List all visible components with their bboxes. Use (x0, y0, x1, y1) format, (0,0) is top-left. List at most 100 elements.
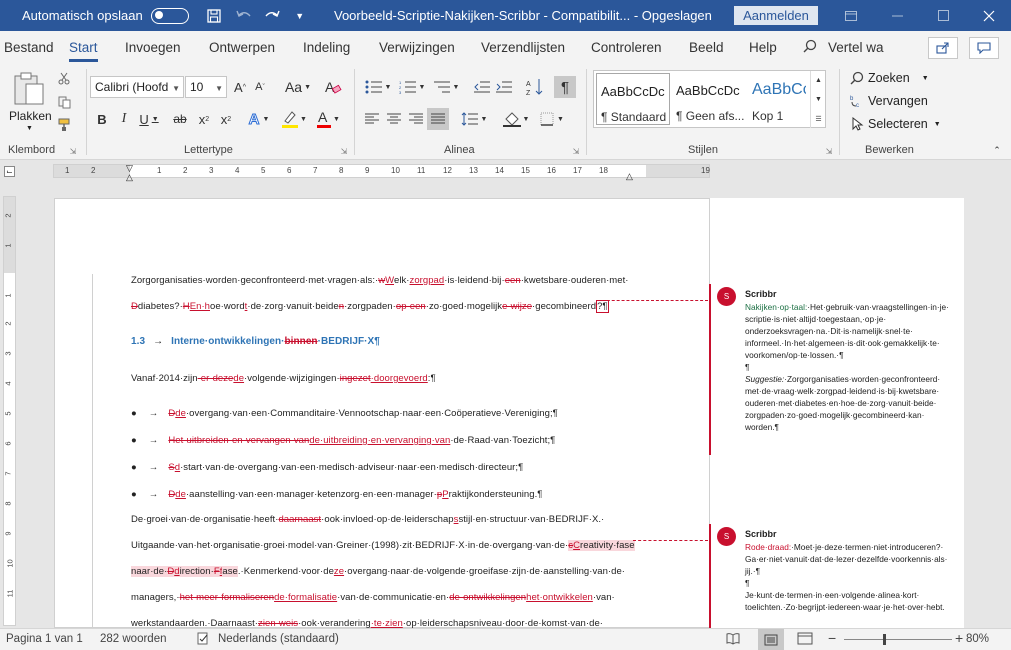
web-layout-icon[interactable] (797, 632, 813, 648)
change-case-button[interactable]: Aa ▼ (283, 77, 313, 97)
font-launcher-icon[interactable]: ⇲ (339, 146, 349, 156)
subscript-button[interactable]: x2 (194, 109, 214, 129)
commented-text[interactable]: ase (222, 566, 238, 577)
text-effects-button[interactable]: A ▼ (244, 108, 274, 130)
search-icon[interactable] (803, 39, 817, 56)
proofing-icon[interactable] (197, 632, 210, 648)
align-center-icon[interactable] (384, 108, 404, 130)
show-formatting-marks-button[interactable]: ¶ (554, 76, 576, 98)
tab-ontwerpen[interactable]: Ontwerpen (209, 40, 275, 55)
bold-button[interactable]: B (94, 109, 110, 129)
tell-me-input[interactable]: Vertel wa (828, 40, 884, 55)
paste-dropdown-icon[interactable]: ▼ (26, 125, 33, 132)
list-item[interactable]: ● → Dde·aanstelling·van·een·manager·ketenz… (131, 489, 542, 500)
tab-invoegen[interactable]: Invoegen (125, 40, 181, 55)
section-heading[interactable]: 1.3 → Interne·ontwikkelingen·binnen·BEDRIJ… (131, 336, 380, 347)
close-icon[interactable] (966, 0, 1011, 31)
paragraph-launcher-icon[interactable]: ⇲ (571, 146, 581, 156)
comment-anchor[interactable]: ?¶ (596, 300, 609, 313)
customize-quick-access-icon[interactable]: ▼ (289, 5, 311, 27)
read-mode-icon[interactable] (726, 632, 740, 648)
font-name-combo[interactable]: Calibri (Hoofd ▼ (90, 76, 184, 98)
select-button[interactable]: Selecteren ▼ (850, 115, 950, 133)
style-geen-afstand[interactable]: AaBbCcDc ¶ Geen afs... (672, 73, 746, 125)
autosave-toggle[interactable]: Automatisch opslaan (22, 7, 189, 24)
italic-button[interactable]: I (116, 109, 132, 129)
zoom-out-button[interactable]: − (828, 630, 836, 646)
tab-verzendlijsten[interactable]: Verzendlijsten (481, 40, 565, 55)
clipboard-launcher-icon[interactable]: ⇲ (68, 146, 78, 156)
font-color-button[interactable]: A ▼ (313, 108, 343, 130)
font-size-combo[interactable]: 10 ▼ (185, 76, 227, 98)
list-item[interactable]: ● → Dde·overgang·van·een·Commanditaire·Ven… (131, 408, 558, 419)
save-icon[interactable] (203, 5, 225, 27)
right-indent-marker[interactable]: △ (626, 171, 633, 182)
clear-formatting-icon[interactable]: A (322, 76, 344, 98)
vertical-ruler-bar[interactable]: 2 1 1 2 3 4 5 6 7 8 9 10 11 (3, 196, 16, 626)
share-icon[interactable] (928, 37, 958, 59)
underline-button[interactable]: U ▼ (137, 109, 161, 129)
strikethrough-button[interactable]: ab (170, 109, 190, 129)
print-layout-icon[interactable] (758, 629, 784, 650)
autosave-switch[interactable] (150, 7, 189, 24)
login-button[interactable]: Aanmelden (734, 6, 818, 25)
tab-bestand[interactable]: Bestand (4, 40, 54, 55)
tab-controleren[interactable]: Controleren (591, 40, 662, 55)
paragraph-line[interactable]: Vanaf·2014·zijn·er·dezede·volgende·wijzi… (131, 373, 436, 384)
comments-icon[interactable] (969, 37, 999, 59)
hanging-indent-marker[interactable]: △ (126, 172, 133, 183)
tab-beeld[interactable]: Beeld (689, 40, 724, 55)
tab-help[interactable]: Help (749, 40, 777, 55)
tab-verwijzingen[interactable]: Verwijzingen (379, 40, 455, 55)
paste-button[interactable]: Plakken ▼ (8, 69, 52, 139)
sort-icon[interactable]: AZ (524, 76, 546, 98)
zoom-in-button[interactable]: + (955, 630, 963, 646)
line-spacing-button[interactable]: ▼ (458, 108, 490, 130)
shrink-font-icon[interactable]: Aˇ (252, 77, 268, 97)
multilevel-list-button[interactable]: ▼ (430, 76, 462, 98)
styles-scroll-up-icon[interactable]: ▲ (810, 71, 826, 90)
zoom-level[interactable]: 80% (966, 633, 989, 645)
grow-font-icon[interactable]: A ^ (232, 77, 248, 97)
format-painter-icon[interactable] (56, 117, 72, 133)
style-kop-1[interactable]: AaBbCc Kop 1 (748, 73, 806, 125)
paragraph-line[interactable]: Zorgorganisaties·worden·geconfronteerd·m… (131, 275, 629, 286)
styles-more-icon[interactable]: ☰ (810, 109, 826, 128)
commented-text[interactable]: reativity·fase (580, 540, 635, 551)
ruler-bar[interactable]: 1 2 1 2 3 4 5 6 7 8 9 10 11 12 13 14 15 16 17 18 19 ▽ △ △ (53, 163, 710, 182)
page-count[interactable]: Pagina 1 van 1 (6, 633, 83, 645)
copy-icon[interactable] (56, 94, 72, 110)
bullets-button[interactable]: ▼ (362, 76, 394, 98)
minimize-icon[interactable] (874, 0, 920, 31)
maximize-icon[interactable] (920, 0, 966, 31)
style-standaard[interactable]: AaBbCcDc ¶ Standaard (596, 73, 670, 125)
tab-start[interactable]: Start (69, 40, 98, 62)
borders-button[interactable]: ▼ (536, 108, 568, 130)
redo-icon[interactable] (261, 5, 283, 27)
highlight-color-button[interactable]: ▼ (279, 108, 309, 130)
decrease-indent-icon[interactable] (472, 76, 492, 98)
numbering-button[interactable]: 1 2 3 ▼ (396, 76, 428, 98)
zoom-slider[interactable] (844, 634, 952, 645)
paragraph-line[interactable]: managers,·het·meer·formaliserende·formal… (131, 592, 615, 603)
list-item[interactable]: ● → Sd·start·van·de·overgang·van·een·medis… (131, 462, 523, 473)
language[interactable]: Nederlands (standaard) (218, 633, 339, 645)
paragraph-line[interactable]: De·groei·van·de·organisatie·heeft·daarna… (131, 514, 604, 525)
collapse-ribbon-icon[interactable]: ⌃ (990, 144, 1004, 156)
list-item[interactable]: ● → Het·uitbreiden·en·vervangen·vande·uitb… (131, 435, 555, 446)
shading-button[interactable]: ▼ (500, 108, 532, 130)
cut-icon[interactable] (56, 70, 72, 86)
commented-text[interactable]: irection· (179, 566, 214, 577)
tab-selector-icon[interactable]: ⌙ (4, 166, 15, 177)
paragraph-line[interactable]: Ddiabetes?·HEn·hoe·wordt·de·zorg·vanuit·… (131, 300, 609, 313)
paragraph-line[interactable]: Uitgaande·van·het·organisatie·groei·mode… (131, 540, 635, 551)
align-left-icon[interactable] (362, 108, 382, 130)
superscript-button[interactable]: x2 (216, 109, 236, 129)
word-count[interactable]: 282 woorden (100, 633, 167, 645)
increase-indent-icon[interactable] (494, 76, 514, 98)
tab-indeling[interactable]: Indeling (303, 40, 350, 55)
paragraph-line[interactable]: naar·de·Ddirection·Ffase.·Kenmerkend·voo… (131, 566, 625, 577)
undo-icon[interactable] (233, 5, 255, 27)
ribbon-display-options-icon[interactable] (828, 0, 874, 31)
justify-icon[interactable] (427, 108, 449, 130)
